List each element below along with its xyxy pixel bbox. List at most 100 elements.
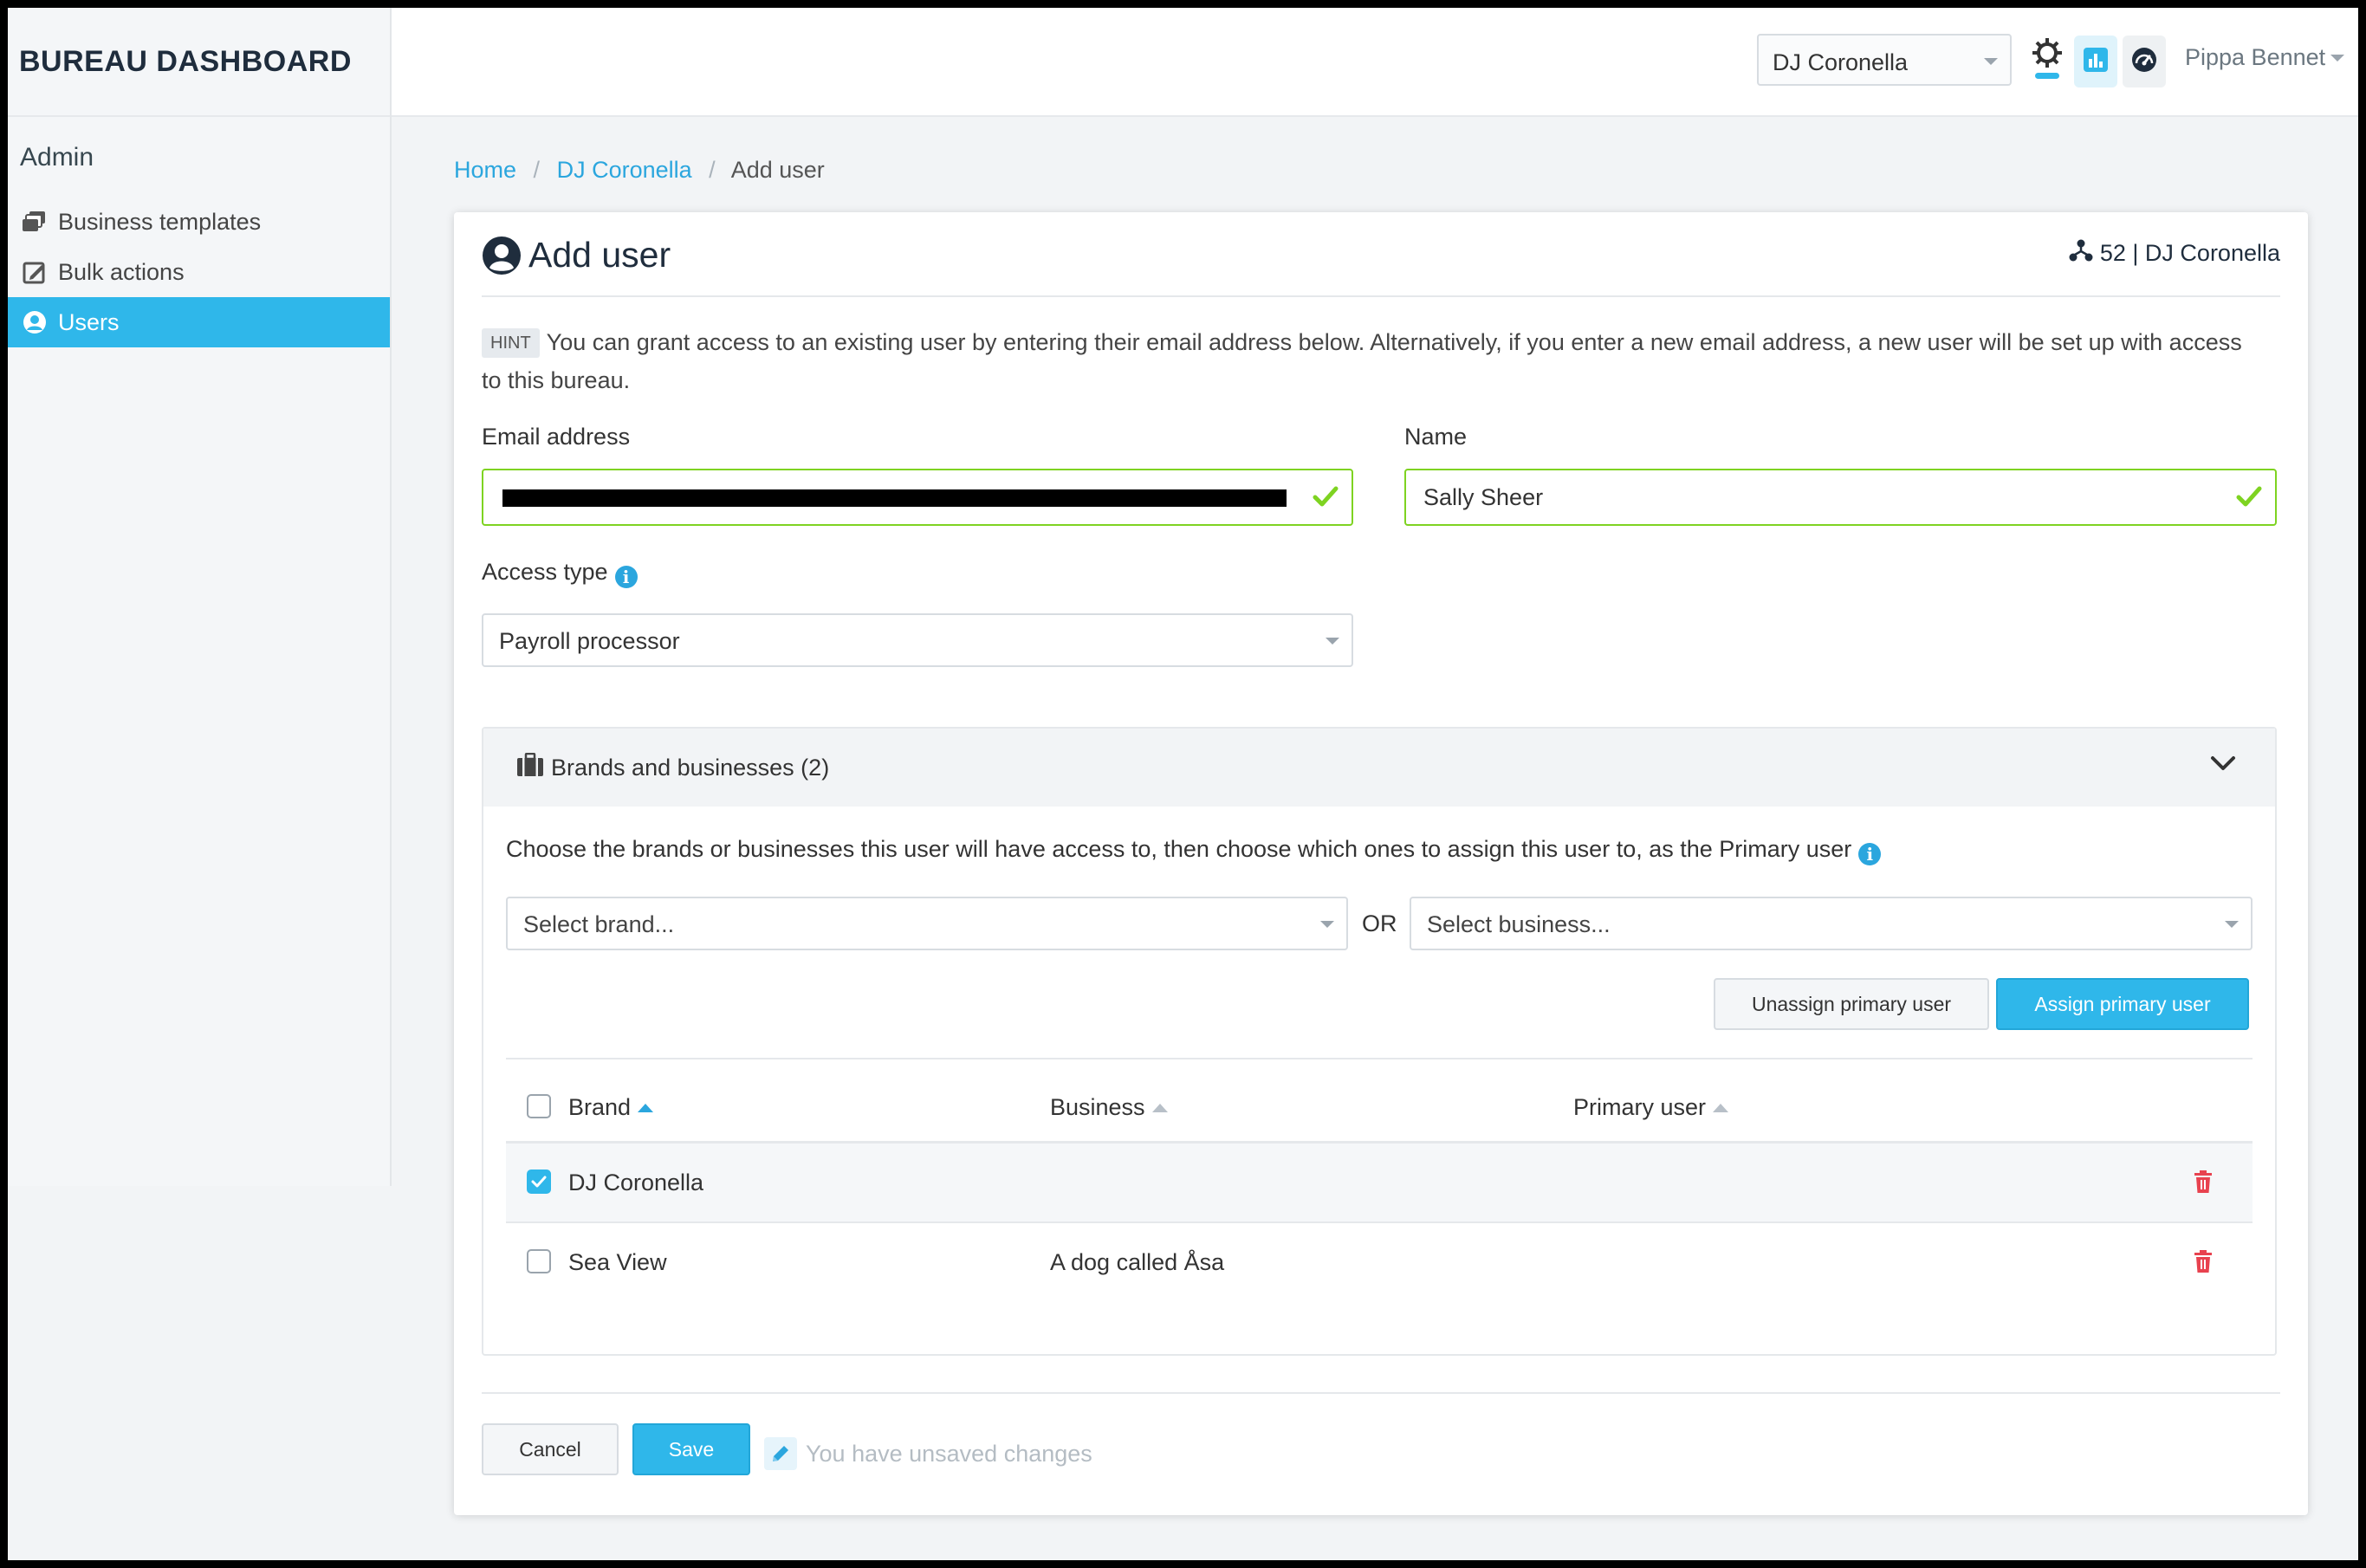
settings-button[interactable] (2026, 36, 2069, 87)
trash-icon[interactable] (2194, 1170, 2213, 1198)
sidebar-item-label: Bulk actions (58, 258, 185, 285)
page-title: Add user (482, 235, 671, 275)
brands-panel-header[interactable]: Brands and businesses (2) (483, 729, 2275, 807)
or-label: OR (1362, 910, 1397, 936)
brand-cell: Sea View (568, 1249, 667, 1275)
select-all-checkbox[interactable] (527, 1094, 551, 1118)
table-divider (506, 1058, 2253, 1059)
hint-text: You can grant access to an existing user… (482, 329, 2242, 393)
breadcrumb: Home / DJ Coronella / Add user (454, 157, 825, 184)
hint-message: HINT You can grant access to an existing … (482, 323, 2266, 399)
brand-cell: DJ Coronella (568, 1170, 704, 1195)
brand-select-placeholder: Select brand... (523, 911, 675, 937)
brands-panel: Brands and businesses (2) Choose the bra… (482, 727, 2277, 1356)
access-type-label-text: Access type (482, 559, 608, 585)
sidebar-item-users[interactable]: Users (8, 297, 390, 347)
hint-badge: HINT (482, 328, 540, 358)
pencil-icon (764, 1437, 797, 1470)
unsaved-changes-text: You have unsaved changes (806, 1440, 1092, 1467)
bureau-meta: 52 | DJ Coronella (2069, 238, 2280, 269)
sort-ascending-icon (638, 1104, 654, 1112)
email-label: Email address (482, 424, 631, 450)
name-field[interactable]: Sally Sheer (1404, 469, 2277, 526)
column-header-primary-user-label: Primary user (1573, 1094, 1707, 1120)
divider (482, 295, 2280, 297)
brand-bar: BUREAU DASHBOARD (8, 8, 390, 117)
user-circle-icon (482, 236, 522, 275)
briefcase-icon (516, 752, 544, 783)
business-cell: A dog called Åsa (1050, 1249, 1225, 1275)
divider (482, 1392, 2280, 1394)
business-select[interactable]: Select business... (1410, 897, 2253, 950)
sort-ascending-icon (1151, 1104, 1168, 1112)
business-select-placeholder: Select business... (1427, 911, 1611, 937)
sort-ascending-icon (1713, 1104, 1729, 1112)
breadcrumb-current: Add user (730, 157, 825, 183)
chevron-down-icon (1326, 638, 1339, 645)
trash-icon[interactable] (2194, 1249, 2213, 1278)
chevron-down-icon (1320, 921, 1334, 928)
row-checkbox[interactable] (527, 1249, 551, 1273)
stack-icon (20, 207, 49, 236)
bar-chart-icon (2083, 47, 2109, 77)
info-icon[interactable]: i (614, 566, 638, 588)
cancel-button[interactable]: Cancel (482, 1423, 619, 1475)
page-title-text: Add user (528, 235, 671, 275)
brands-panel-description: Choose the brands or businesses this use… (506, 836, 1882, 865)
column-header-business-label: Business (1050, 1094, 1145, 1120)
chevron-down-icon[interactable] (2209, 753, 2237, 780)
app-title[interactable]: BUREAU DASHBOARD (19, 45, 352, 79)
user-menu[interactable]: Pippa Bennet (2185, 44, 2345, 71)
access-type-select[interactable]: Payroll processor (482, 613, 1353, 667)
email-field[interactable] (482, 469, 1353, 526)
gear-icon (2032, 37, 2063, 86)
hierarchy-icon (2069, 238, 2093, 269)
table-row[interactable]: Sea View A dog called Åsa (506, 1223, 2253, 1301)
row-checkbox[interactable] (527, 1170, 551, 1194)
name-label: Name (1404, 424, 1468, 450)
unsaved-changes-indicator: You have unsaved changes (764, 1437, 1092, 1470)
redaction-bar (502, 489, 1287, 507)
column-header-primary-user[interactable]: Primary user (1573, 1094, 1729, 1121)
info-icon[interactable]: i (1858, 843, 1882, 865)
name-value: Sally Sheer (1423, 484, 1544, 510)
column-header-brand-label: Brand (568, 1094, 632, 1120)
user-name: Pippa Bennet (2185, 44, 2326, 70)
dashboard-button[interactable] (2123, 36, 2166, 87)
chevron-down-icon (2330, 55, 2345, 62)
check-icon (2235, 483, 2263, 516)
brand-select[interactable]: Select brand... (506, 897, 1348, 950)
reports-button[interactable] (2074, 36, 2117, 87)
breadcrumb-client[interactable]: DJ Coronella (557, 157, 692, 183)
access-type-label: Access type i (482, 559, 638, 588)
column-header-business[interactable]: Business (1050, 1094, 1168, 1121)
topbar: DJ Coronella Pippa Bennet (392, 8, 2358, 117)
add-user-card: Add user 52 | DJ Coronella HINT You can g… (454, 212, 2308, 1515)
access-type-value: Payroll processor (499, 628, 680, 654)
breadcrumb-separator: / (709, 157, 716, 183)
chevron-down-icon (1984, 58, 1998, 65)
table-row[interactable]: DJ Coronella (506, 1144, 2253, 1221)
save-button[interactable]: Save (632, 1423, 750, 1475)
check-icon (531, 1176, 547, 1188)
chevron-down-icon (2225, 921, 2239, 928)
breadcrumb-home[interactable]: Home (454, 157, 516, 183)
breadcrumb-separator: / (533, 157, 541, 183)
sidebar-item-label: Users (58, 308, 120, 335)
sidebar: BUREAU DASHBOARD Admin Business template… (8, 8, 392, 1186)
column-header-brand[interactable]: Brand (568, 1094, 654, 1121)
sidebar-item-bulk-actions[interactable]: Bulk actions (8, 247, 390, 297)
sidebar-item-label: Business templates (58, 208, 262, 235)
sidebar-item-business-templates[interactable]: Business templates (8, 197, 390, 247)
brands-panel-title: Brands and businesses (2) (551, 754, 830, 781)
speedometer-icon (2131, 47, 2157, 77)
edit-box-icon (20, 257, 49, 287)
check-icon (1312, 483, 1339, 516)
client-select[interactable]: DJ Coronella (1757, 34, 2012, 86)
user-circle-icon (20, 308, 49, 337)
sidebar-heading: Admin (20, 143, 94, 172)
client-select-value: DJ Coronella (1773, 49, 1909, 75)
unassign-primary-user-button[interactable]: Unassign primary user (1714, 978, 1989, 1030)
app-window: BUREAU DASHBOARD Admin Business template… (8, 8, 2358, 1560)
assign-primary-user-button[interactable]: Assign primary user (1996, 978, 2249, 1030)
